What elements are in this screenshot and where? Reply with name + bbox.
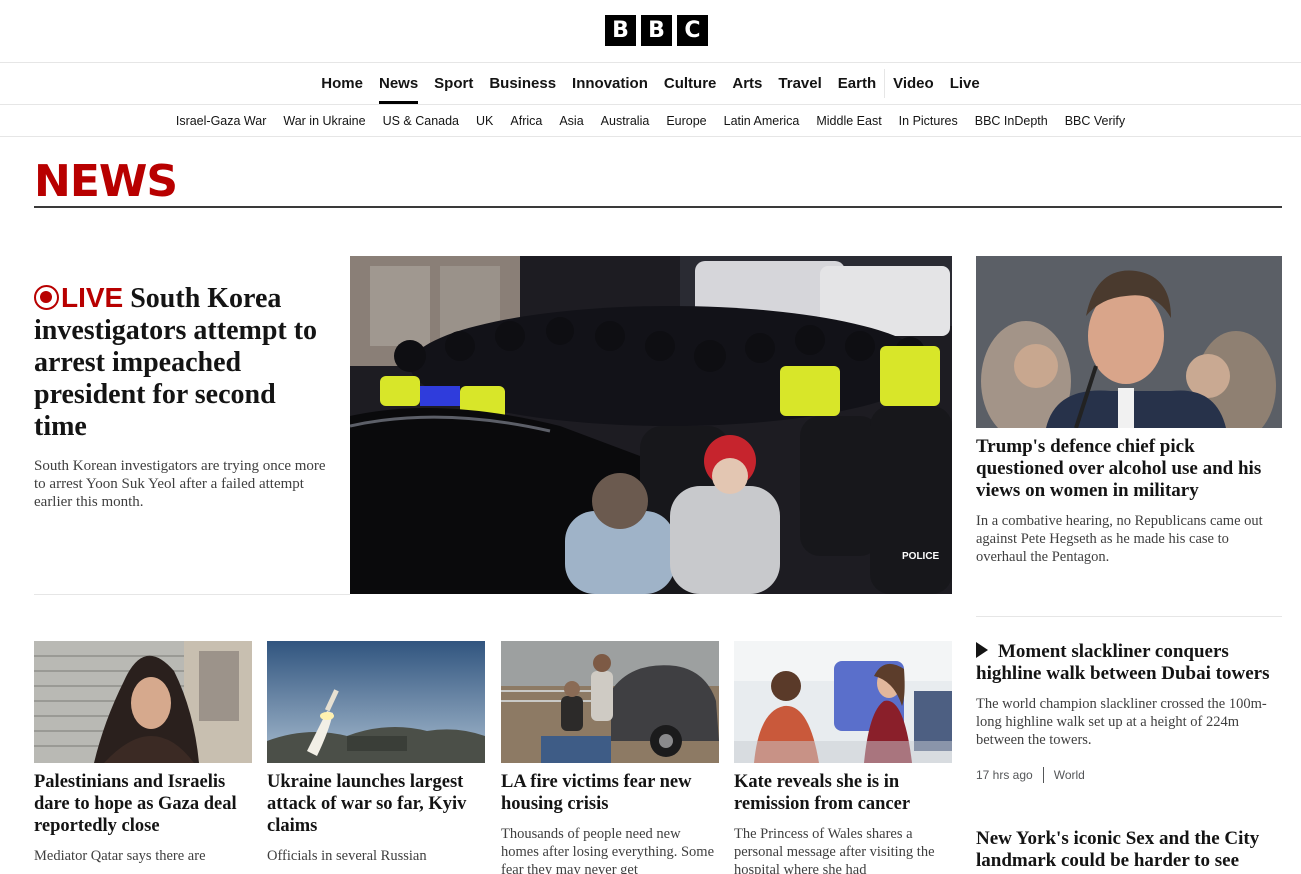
nav-video[interactable]: Video [885,63,942,104]
story-card-2[interactable]: Ukraine launches largest attack of war s… [267,641,485,865]
masthead: B B C [0,0,1301,63]
story-card-4-image[interactable] [734,641,952,763]
primary-nav: Home News Sport Business Innovation Cult… [0,63,1301,105]
story-timestamp: 17 hrs ago [976,768,1033,782]
subnav-bbc-indepth[interactable]: BBC InDepth [975,114,1048,128]
story-card-2-image[interactable] [267,641,485,763]
subnav-africa[interactable]: Africa [510,114,542,128]
police-crowd-image: POLICE [350,256,952,594]
lead-story[interactable]: LIVE South Korea investigators attempt t… [34,282,334,511]
lead-summary: South Korean investigators are trying on… [34,458,326,510]
logo-letter-c: C [677,15,708,46]
nav-news[interactable]: News [371,63,426,104]
side-divider [976,616,1282,617]
side-story-3-headline[interactable]: New York's iconic Sex and the City landm… [976,828,1282,872]
logo-letter-b2: B [641,15,672,46]
story-card-2-headline[interactable]: Ukraine launches largest attack of war s… [267,771,485,837]
woman-portrait-image [34,641,252,763]
story-tag[interactable]: World [1054,768,1085,782]
story-card-2-summary: Officials in several Russian [267,848,427,864]
lead-headline[interactable]: LIVE South Korea investigators attempt t… [34,282,334,443]
story-card-4[interactable]: Kate reveals she is in remission from ca… [734,641,952,874]
story-card-1-summary: Mediator Qatar says there are [34,848,206,864]
section-divider [34,206,1282,208]
missile-launch-image [267,641,485,763]
lead-divider [34,594,350,595]
story-card-1-headline[interactable]: Palestinians and Israelis dare to hope a… [34,771,252,837]
hearing-portrait-image [976,256,1282,428]
side-story-1-summary: In a combative hearing, no Republicans c… [976,513,1263,565]
nav-home[interactable]: Home [313,63,371,104]
side-story-2-summary: The world champion slackliner crossed th… [976,696,1267,748]
subnav-in-pictures[interactable]: In Pictures [899,114,958,128]
svg-text:POLICE: POLICE [902,551,940,562]
subnav-israel-gaza[interactable]: Israel-Gaza War [176,114,267,128]
subnav-europe[interactable]: Europe [666,114,706,128]
side-story-2-headline-text: Moment slackliner conquers highline walk… [976,641,1270,684]
nav-arts[interactable]: Arts [724,63,770,104]
hospital-visit-image [734,641,952,763]
story-card-4-summary: The Princess of Wales shares a personal … [734,826,935,874]
live-badge: LIVE [34,282,123,313]
live-label: LIVE [61,282,124,313]
bbc-logo[interactable]: B B C [605,15,708,46]
subnav-ukraine[interactable]: War in Ukraine [283,114,365,128]
side-story-1[interactable]: Trump's defence chief pick questioned ov… [976,436,1282,566]
side-story-image[interactable] [976,256,1282,428]
subnav-uk[interactable]: UK [476,114,493,128]
subnav-latin-america[interactable]: Latin America [724,114,800,128]
side-story-1-headline[interactable]: Trump's defence chief pick questioned ov… [976,436,1282,502]
nav-live[interactable]: Live [942,63,988,104]
subnav-australia[interactable]: Australia [601,114,650,128]
nav-sport[interactable]: Sport [426,63,481,104]
nav-culture[interactable]: Culture [656,63,725,104]
story-card-3-headline[interactable]: LA fire victims fear new housing crisis [501,771,719,815]
side-story-2-headline[interactable]: Moment slackliner conquers highline walk… [976,641,1282,685]
logo-letter-b1: B [605,15,636,46]
side-story-2[interactable]: Moment slackliner conquers highline walk… [976,641,1282,783]
subnav-us-canada[interactable]: US & Canada [383,114,459,128]
play-icon [976,642,988,658]
story-card-3-summary: Thousands of people need new homes after… [501,826,715,874]
nav-earth[interactable]: Earth [830,63,884,104]
nav-innovation[interactable]: Innovation [564,63,656,104]
subnav-middle-east[interactable]: Middle East [816,114,881,128]
subnav-asia[interactable]: Asia [559,114,583,128]
story-card-3-image[interactable] [501,641,719,763]
subnav-bbc-verify[interactable]: BBC Verify [1065,114,1125,128]
meta-divider [1042,767,1044,783]
live-dot-icon [34,285,59,310]
nav-business[interactable]: Business [481,63,564,104]
secondary-nav: Israel-Gaza War War in Ukraine US & Cana… [0,105,1301,137]
lead-image[interactable]: POLICE [350,256,952,594]
story-card-4-headline[interactable]: Kate reveals she is in remission from ca… [734,771,952,815]
story-card-1[interactable]: Palestinians and Israelis dare to hope a… [34,641,252,865]
side-story-3[interactable]: New York's iconic Sex and the City landm… [976,828,1282,872]
fire-victims-image [501,641,719,763]
section-title: NEWS [34,156,178,207]
story-card-3[interactable]: LA fire victims fear new housing crisis … [501,641,719,874]
story-meta: 17 hrs ago World [976,767,1282,783]
nav-travel[interactable]: Travel [770,63,829,104]
story-card-1-image[interactable] [34,641,252,763]
